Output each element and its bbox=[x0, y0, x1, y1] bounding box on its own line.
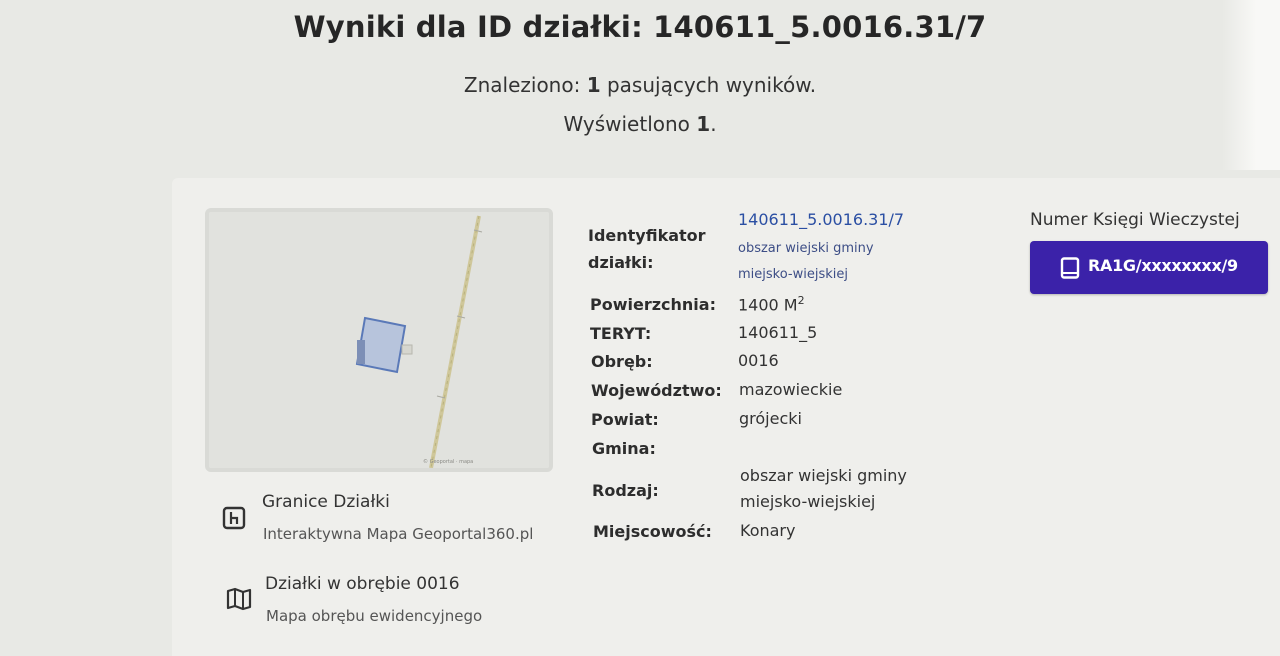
found-suffix: pasujących wyników. bbox=[600, 73, 817, 97]
locality-value: Konary bbox=[740, 521, 796, 540]
area-number: 1400 M bbox=[738, 295, 798, 315]
page-title: Wyniki dla ID działki: 140611_5.0016.31/… bbox=[293, 10, 987, 44]
found-prefix: Znaleziono: bbox=[463, 73, 587, 97]
land-registry-label: Numer Księgi Wieczystej bbox=[1030, 210, 1240, 230]
obreb-value: 0016 bbox=[738, 351, 779, 370]
folded-map-icon bbox=[226, 586, 252, 612]
parcel-map-thumbnail[interactable]: © Geoportal · mapa bbox=[205, 208, 553, 472]
results-header: Wyniki dla ID działki: 140611_5.0016.31/… bbox=[0, 0, 1280, 170]
identifier-value[interactable]: 140611_5.0016.31/7 bbox=[738, 210, 904, 229]
map-pin-square-icon bbox=[222, 506, 248, 532]
shown-summary: Wyświetlono 1. bbox=[0, 112, 1280, 136]
precinct-parcels-subtitle: Mapa obrębu ewidencyjnego bbox=[266, 607, 483, 625]
area-label: Powierzchnia: bbox=[590, 295, 716, 314]
type-value-line1: obszar wiejski gminy bbox=[740, 466, 907, 485]
obreb-label: Obręb: bbox=[591, 352, 653, 371]
voivodeship-label: Województwo: bbox=[591, 381, 722, 400]
identifier-sub-line2: miejsko-wiejskiej bbox=[738, 267, 848, 282]
county-value: grójecki bbox=[739, 409, 802, 428]
parcel-boundaries-title: Granice Działki bbox=[262, 492, 390, 512]
area-value: 1400 M2 bbox=[738, 294, 805, 314]
parcel-map-drawing: © Geoportal · mapa bbox=[209, 212, 549, 468]
identifier-sub-line1: obszar wiejski gminy bbox=[738, 241, 874, 256]
shown-prefix: Wyświetlono bbox=[563, 112, 697, 136]
teryt-value: 140611_5 bbox=[738, 323, 818, 342]
identifier-label-line1: Identyfikator bbox=[588, 226, 706, 245]
found-summary: Znaleziono: 1 pasujących wyników. bbox=[0, 73, 1280, 97]
precinct-parcels-link[interactable]: Działki w obrębie 0016 Mapa obrębu ewide… bbox=[226, 572, 526, 632]
found-count: 1 bbox=[586, 73, 601, 97]
screen-glare bbox=[1222, 0, 1280, 170]
shown-suffix: . bbox=[710, 112, 717, 136]
locality-label: Miejscowość: bbox=[593, 522, 712, 541]
land-registry-number: RA1G/xxxxxxxx/9 bbox=[1088, 256, 1238, 275]
land-registry-button[interactable]: RA1G/xxxxxxxx/9 bbox=[1030, 241, 1268, 294]
parcel-boundaries-link[interactable]: Granice Działki Interaktywna Mapa Geopor… bbox=[222, 486, 562, 548]
book-icon bbox=[1060, 257, 1080, 283]
identifier-label-line2: działki: bbox=[588, 253, 654, 272]
area-unit-sup: 2 bbox=[797, 294, 805, 307]
shown-count: 1 bbox=[696, 112, 711, 136]
county-label: Powiat: bbox=[591, 410, 659, 429]
precinct-parcels-title: Działki w obrębie 0016 bbox=[265, 574, 460, 594]
voivodeship-value: mazowieckie bbox=[739, 380, 843, 399]
type-label: Rodzaj: bbox=[592, 481, 659, 500]
parcel-boundaries-subtitle: Interaktywna Mapa Geoportal360.pl bbox=[263, 525, 534, 543]
svg-text:© Geoportal · mapa: © Geoportal · mapa bbox=[423, 458, 473, 465]
teryt-label: TERYT: bbox=[590, 324, 652, 343]
type-value-line2: miejsko-wiejskiej bbox=[740, 492, 876, 511]
commune-label: Gmina: bbox=[592, 439, 656, 458]
